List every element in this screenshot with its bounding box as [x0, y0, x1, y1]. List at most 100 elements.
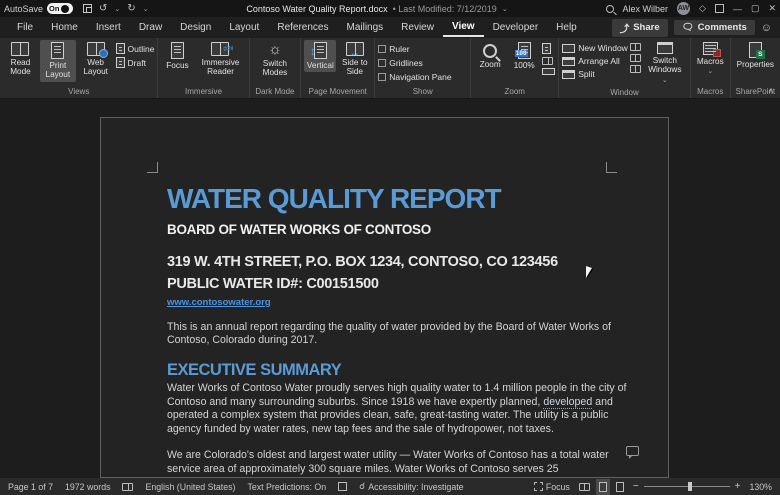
document-page[interactable]: WATER QUALITY REPORT BOARD OF WATER WORK…: [100, 117, 669, 478]
tab-help[interactable]: Help: [547, 19, 586, 36]
vertical-button[interactable]: Vertical: [304, 40, 337, 73]
tab-review[interactable]: Review: [392, 19, 443, 36]
zoom-slider-thumb[interactable]: [688, 482, 693, 491]
tab-file[interactable]: File: [8, 19, 42, 36]
language-indicator[interactable]: English (United States): [145, 482, 235, 492]
undo-icon[interactable]: ↺: [99, 3, 107, 14]
tab-layout[interactable]: Layout: [220, 19, 268, 36]
intro-paragraph: This is an annual report regarding the q…: [167, 320, 611, 347]
document-canvas[interactable]: WATER QUALITY REPORT BOARD OF WATER WORK…: [0, 99, 780, 478]
avatar[interactable]: AW: [677, 2, 691, 15]
undo-dropdown-icon[interactable]: ⌄: [114, 5, 120, 13]
tab-home[interactable]: Home: [42, 19, 87, 36]
autosave-label: AutoSave: [4, 3, 44, 14]
tab-view[interactable]: View: [442, 18, 484, 37]
group-window: New Window Arrange All Split Switch Wind…: [559, 38, 691, 98]
one-page-icon[interactable]: [542, 43, 552, 54]
zoom-100-button[interactable]: 100 100%: [508, 40, 540, 72]
properties-button[interactable]: S Properties: [734, 40, 777, 71]
save-icon[interactable]: [83, 4, 93, 13]
read-mode-button[interactable]: Read Mode: [3, 40, 38, 79]
address-line: 319 W. 4TH STREET, P.O. BOX 1234, CONTOS…: [167, 254, 558, 271]
tab-insert[interactable]: Insert: [87, 19, 130, 36]
search-icon[interactable]: [605, 4, 614, 13]
accessibility-status[interactable]: ☌ Accessibility: Investigate: [359, 481, 463, 492]
document-title[interactable]: Contoso Water Quality Report.docx: [246, 4, 387, 14]
focus-button[interactable]: Focus: [161, 40, 193, 72]
quick-access-toolbar: ↺ ⌄ ↻ ⌄: [83, 3, 149, 14]
group-page-movement: Vertical Side to Side Page Movement: [301, 38, 376, 98]
side-to-side-button[interactable]: Side to Side: [338, 40, 371, 79]
focus-toggle[interactable]: Focus: [533, 482, 570, 492]
user-name[interactable]: Alex Wilber: [623, 4, 669, 14]
zoom-in-button[interactable]: +: [735, 481, 741, 492]
title-dropdown-icon[interactable]: ⌄: [502, 5, 508, 13]
navigation-pane-checkbox[interactable]: Navigation Pane: [378, 72, 452, 82]
zoom-button[interactable]: Zoom: [474, 40, 506, 71]
page-indicator[interactable]: Page 1 of 7: [8, 482, 53, 492]
draft-button[interactable]: Draft: [115, 57, 155, 68]
gem-icon[interactable]: ◇: [699, 3, 706, 14]
reset-window-position-icon[interactable]: [629, 65, 641, 73]
split-icon: [562, 69, 576, 79]
synchronous-scrolling-icon[interactable]: [629, 54, 641, 62]
zoom-percentage[interactable]: 130%: [750, 482, 773, 492]
zoom-slider[interactable]: [643, 482, 730, 491]
website-link[interactable]: www.contosowater.org: [167, 297, 271, 308]
comments-button[interactable]: 🗨 Comments: [673, 20, 755, 35]
print-layout-icon: [51, 42, 65, 59]
ribbon-options-icon[interactable]: [714, 4, 724, 13]
minimize-button[interactable]: —: [733, 4, 742, 14]
collapse-ribbon-icon[interactable]: ∧: [768, 86, 774, 95]
page-width-icon[interactable]: [542, 68, 556, 75]
comment-bubble-icon[interactable]: [626, 446, 639, 459]
multiple-pages-icon[interactable]: [542, 57, 554, 65]
word-count[interactable]: 1972 words: [65, 482, 110, 492]
macros-button[interactable]: Macros ⌄: [694, 40, 727, 78]
switch-modes-button[interactable]: ☼ Switch Modes: [253, 40, 298, 80]
split-button[interactable]: Split: [562, 69, 628, 79]
tab-mailings[interactable]: Mailings: [337, 19, 392, 36]
feedback-smiley-icon[interactable]: ☺: [761, 22, 772, 34]
margin-cropmark-left: [147, 162, 158, 173]
web-layout-button[interactable]: Web Layout: [78, 40, 114, 79]
draft-icon: [115, 57, 125, 68]
developed-link[interactable]: developed: [543, 395, 593, 409]
view-side-by-side-icon[interactable]: [629, 43, 641, 51]
switch-windows-button[interactable]: Switch Windows ⌄: [643, 40, 687, 87]
immersive-reader-button[interactable]: 🕬 Immersive Reader: [195, 40, 245, 79]
arrange-all-button[interactable]: Arrange All: [562, 56, 628, 66]
text-predictions[interactable]: Text Predictions: On: [247, 482, 326, 492]
share-button[interactable]: ⤴ Share: [611, 18, 668, 37]
tab-draw[interactable]: Draw: [130, 19, 171, 36]
autosave-toggle[interactable]: AutoSave On: [4, 3, 74, 14]
outline-button[interactable]: Outline: [115, 43, 154, 54]
zoom-control: − +: [633, 481, 741, 492]
close-button[interactable]: ✕: [768, 3, 776, 14]
qat-customize-icon[interactable]: ⌄: [143, 5, 149, 13]
outline-icon: [115, 43, 125, 54]
zoom-icon: [483, 44, 498, 58]
document-subheading: BOARD OF WATER WORKS OF CONTOSO: [167, 222, 431, 238]
zoom-out-button[interactable]: −: [633, 481, 639, 492]
tab-references[interactable]: References: [268, 19, 337, 36]
web-layout-view-icon[interactable]: [615, 481, 624, 492]
text-predictions-icon[interactable]: [338, 482, 348, 491]
gridlines-checkbox-icon: [378, 59, 387, 67]
autosave-switch[interactable]: On: [47, 3, 74, 14]
maximize-button[interactable]: ▢: [751, 3, 760, 14]
gridlines-checkbox[interactable]: Gridlines: [378, 58, 451, 68]
document-title-area: Contoso Water Quality Report.docx • Last…: [155, 4, 600, 14]
read-mode-view-icon[interactable]: [578, 482, 590, 491]
new-window-button[interactable]: New Window: [562, 43, 628, 53]
share-icon: ⤴: [619, 23, 630, 35]
redo-icon[interactable]: ↻: [127, 3, 135, 14]
tab-developer[interactable]: Developer: [484, 19, 548, 36]
proofing-icon[interactable]: [122, 482, 134, 491]
print-layout-view-icon[interactable]: [595, 478, 610, 495]
ruler-checkbox[interactable]: Ruler: [378, 44, 451, 54]
titlebar-right: Alex Wilber AW ◇ — ▢ ✕: [605, 2, 776, 15]
last-modified[interactable]: • Last Modified: 7/12/2019: [393, 4, 497, 14]
print-layout-button[interactable]: Print Layout: [39, 40, 76, 82]
tab-design[interactable]: Design: [171, 19, 220, 36]
